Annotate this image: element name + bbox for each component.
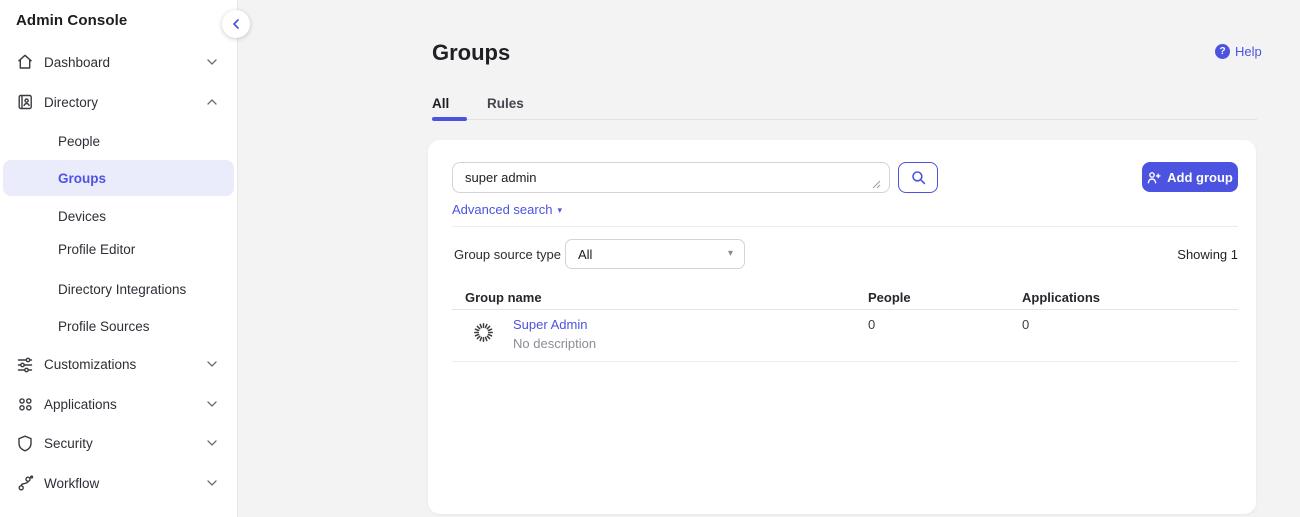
page-title: Groups	[432, 40, 510, 66]
sidebar-item-profile-editor[interactable]: Profile Editor	[0, 231, 237, 267]
sidebar-item-people[interactable]: People	[0, 123, 237, 159]
group-description: No description	[513, 336, 596, 351]
advanced-search-link[interactable]: Advanced search ▾	[452, 202, 562, 217]
tab-all[interactable]: All	[432, 96, 449, 111]
sidebar-item-label: Security	[44, 436, 93, 451]
sidebar-item-profile-sources[interactable]: Profile Sources	[0, 308, 237, 344]
group-source-type-label: Group source type	[454, 247, 561, 262]
workflow-icon	[16, 474, 34, 492]
sidebar-item-label: Directory	[44, 95, 98, 110]
sidebar-item-label: Applications	[44, 397, 117, 412]
apps-grid-icon	[16, 395, 34, 413]
sidebar-item-label: Devices	[58, 209, 106, 224]
sidebar-item-applications[interactable]: Applications	[0, 386, 237, 422]
sidebar-item-customizations[interactable]: Customizations	[0, 346, 237, 382]
section-divider	[452, 226, 1238, 227]
add-group-button[interactable]: Add group	[1142, 162, 1238, 192]
group-search-input[interactable]: super admin	[452, 162, 890, 193]
selected-option: All	[566, 247, 592, 262]
help-question-icon: ?	[1215, 44, 1230, 59]
row-divider	[452, 361, 1238, 362]
sidebar-item-label: Customizations	[44, 357, 136, 372]
sidebar-item-label: Workflow	[44, 476, 99, 491]
sidebar-item-dashboard[interactable]: Dashboard	[0, 44, 237, 80]
people-count: 0	[868, 317, 875, 332]
help-link[interactable]: ? Help	[1215, 44, 1262, 59]
sidebar-item-security[interactable]: Security	[0, 425, 237, 461]
admin-console-page: { "app": { "title": "Admin Console" }, "…	[0, 0, 1300, 517]
caret-down-icon: ▾	[557, 204, 562, 216]
chevron-down-icon	[207, 361, 217, 367]
sidebar-item-label: People	[58, 134, 100, 149]
person-plus-icon	[1147, 171, 1161, 184]
chevron-down-icon	[207, 440, 217, 446]
caret-down-icon: ▾	[728, 248, 733, 259]
add-group-label: Add group	[1167, 170, 1233, 185]
groups-panel: super admin Add group Advanced search ▾ …	[428, 140, 1256, 514]
home-icon	[16, 53, 34, 71]
column-header-applications: Applications	[1022, 290, 1100, 305]
sidebar-item-label: Directory Integrations	[58, 282, 186, 297]
sidebar-collapse-button[interactable]	[222, 10, 250, 38]
app-title: Admin Console	[16, 12, 127, 29]
sidebar-item-directory-integrations[interactable]: Directory Integrations	[0, 271, 237, 307]
sidebar-item-label: Dashboard	[44, 55, 110, 70]
directory-badge-icon	[16, 93, 34, 111]
sidebar-item-directory[interactable]: Directory	[0, 84, 237, 120]
column-header-group-name: Group name	[465, 290, 542, 305]
table-header-divider	[452, 309, 1238, 310]
chevron-down-icon	[207, 401, 217, 407]
column-header-people: People	[868, 290, 911, 305]
search-button[interactable]	[898, 162, 938, 193]
sidebar-item-devices[interactable]: Devices	[0, 198, 237, 234]
chevron-down-icon	[207, 480, 217, 486]
search-icon	[911, 170, 926, 185]
advanced-search-label: Advanced search	[452, 202, 552, 217]
chevron-left-icon	[232, 19, 240, 29]
showing-count: Showing 1	[1177, 247, 1238, 262]
active-tab-underline	[432, 117, 467, 121]
sidebar-item-label: Profile Sources	[58, 319, 150, 334]
sidebar-item-label: Groups	[58, 171, 106, 186]
group-name-link[interactable]: Super Admin	[513, 317, 587, 332]
sidebar-item-workflow[interactable]: Workflow	[0, 465, 237, 501]
sidebar-item-groups[interactable]: Groups	[3, 160, 234, 196]
chevron-up-icon	[207, 99, 217, 105]
group-sunburst-icon	[473, 322, 494, 343]
applications-count: 0	[1022, 317, 1029, 332]
group-source-type-select[interactable]: All ▾	[565, 239, 745, 269]
sidebar-item-label: Profile Editor	[58, 242, 135, 257]
tabs-divider	[432, 119, 1257, 120]
chevron-down-icon	[207, 59, 217, 65]
help-label: Help	[1235, 44, 1262, 59]
sliders-icon	[16, 355, 34, 373]
shield-icon	[16, 434, 34, 452]
tab-rules[interactable]: Rules	[487, 96, 524, 111]
sidebar: Admin Console Dashboard Directory People…	[0, 0, 237, 517]
sidebar-item-partial[interactable]	[0, 505, 237, 517]
